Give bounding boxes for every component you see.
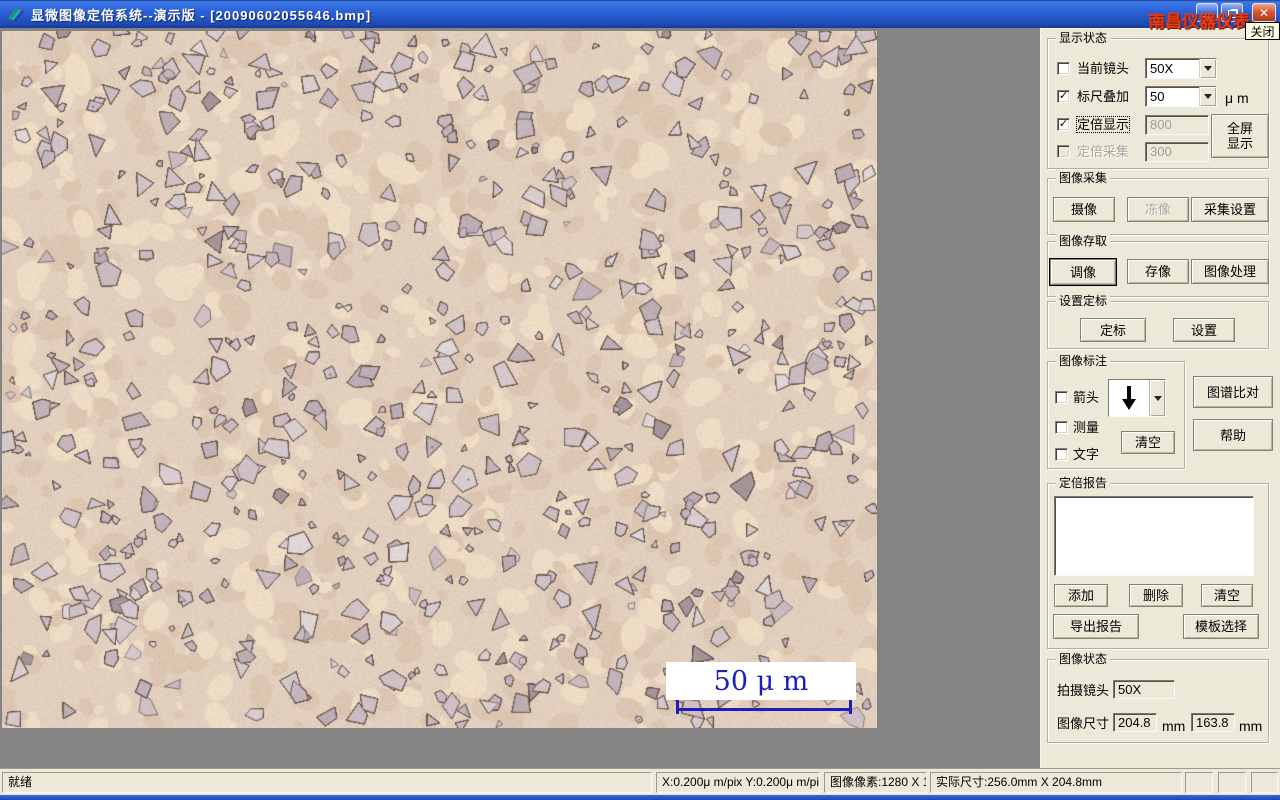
scalebar-tick-left: [676, 700, 679, 714]
restore-icon: [1227, 9, 1237, 18]
status-image-pixels: 图像像素:1280 X 1024: [824, 772, 927, 793]
window-bottom-border: [0, 795, 1280, 800]
help-button[interactable]: 帮助: [1193, 419, 1273, 451]
status-empty-cell: [1185, 772, 1213, 793]
fixed-capture-field: 300: [1145, 142, 1209, 162]
close-icon: ✕: [1258, 5, 1270, 20]
ruler-overlay-checkbox[interactable]: ✓: [1057, 90, 1070, 103]
title-bar: 显微图像定倍系统--演示版 - [20090602055646.bmp] ✕ 南…: [0, 0, 1280, 31]
group-capture-title: 图像采集: [1056, 171, 1111, 185]
group-display-status-title: 显示状态: [1056, 31, 1111, 45]
control-sidebar: 显示状态 当前镜头 50X ✓ 标尺叠加 50 μ m ✓ 定倍显示 800 定…: [1040, 28, 1280, 768]
minimize-icon: [1203, 15, 1211, 19]
current-lens-select[interactable]: 50X: [1145, 58, 1217, 79]
freeze-button: 冻像: [1127, 197, 1189, 222]
report-add-button[interactable]: 添加: [1054, 584, 1108, 607]
fixed-display-label: 定倍显示: [1075, 116, 1131, 133]
check-icon: ✓: [1058, 117, 1069, 130]
scalebar-label: 50 μ m: [713, 665, 809, 697]
arrow-down-icon: [1109, 380, 1149, 416]
arrow-label: 箭头: [1073, 390, 1100, 405]
atlas-compare-button[interactable]: 图谱比对: [1193, 376, 1273, 408]
chevron-down-icon[interactable]: [1199, 87, 1216, 106]
image-width-field: 204.8: [1113, 713, 1157, 732]
status-bar: 就绪 X:0.200μ m/pix Y:0.200μ m/pix 图像像素:12…: [0, 768, 1280, 795]
status-actual-size: 实际尺寸:256.0mm X 204.8mm: [930, 772, 1182, 793]
current-lens-value: 50X: [1150, 61, 1174, 76]
group-storage-title: 图像存取: [1056, 234, 1111, 248]
fixed-display-field: 800: [1145, 115, 1209, 135]
scalebar-label-box: 50 μ m: [666, 662, 856, 700]
minimize-button[interactable]: [1196, 3, 1218, 22]
app-window: 显微图像定倍系统--演示版 - [20090602055646.bmp] ✕ 南…: [0, 0, 1280, 800]
restore-button[interactable]: [1221, 3, 1243, 22]
image-width-unit: mm: [1162, 718, 1186, 734]
report-delete-button[interactable]: 删除: [1129, 584, 1183, 607]
ruler-length-select[interactable]: 50: [1145, 86, 1217, 107]
current-lens-label: 当前镜头: [1077, 61, 1130, 76]
group-report-title: 定倍报告: [1056, 476, 1111, 490]
text-checkbox[interactable]: [1055, 448, 1068, 461]
fixed-capture-checkbox: [1057, 145, 1070, 158]
close-tooltip: 关闭: [1245, 22, 1280, 40]
status-ready: 就绪: [2, 772, 652, 793]
ruler-length-value: 50: [1150, 89, 1165, 104]
image-process-button[interactable]: 图像处理: [1191, 259, 1269, 284]
shoot-button[interactable]: 摄像: [1053, 197, 1115, 222]
ruler-unit-label: μ m: [1225, 90, 1249, 106]
image-size-label: 图像尺寸: [1057, 716, 1110, 731]
scalebar-line: [676, 708, 852, 711]
image-height-field: 163.8: [1191, 713, 1235, 732]
report-clear-button[interactable]: 清空: [1201, 584, 1253, 607]
arrow-style-select[interactable]: [1108, 379, 1166, 417]
calibrate-button[interactable]: 定标: [1080, 318, 1146, 342]
app-icon: [8, 7, 24, 22]
status-empty-cell: [1251, 772, 1278, 793]
check-icon: ✓: [1058, 89, 1069, 102]
group-image-status-title: 图像状态: [1056, 652, 1111, 666]
report-export-button[interactable]: 导出报告: [1053, 614, 1139, 639]
arrow-checkbox[interactable]: [1055, 391, 1068, 404]
window-title: 显微图像定倍系统--演示版 - [20090602055646.bmp]: [31, 7, 372, 23]
capture-lens-field: 50X: [1113, 680, 1175, 699]
close-button[interactable]: ✕: [1252, 3, 1276, 22]
measure-label: 测量: [1073, 420, 1100, 435]
status-empty-cell: [1218, 772, 1246, 793]
load-image-button[interactable]: 调像: [1049, 258, 1117, 286]
chevron-down-icon[interactable]: [1199, 59, 1216, 78]
text-label: 文字: [1073, 447, 1100, 462]
report-listbox[interactable]: [1054, 496, 1254, 576]
micrograph-image: [2, 31, 877, 728]
ruler-overlay-label: 标尺叠加: [1077, 89, 1130, 104]
measure-checkbox[interactable]: [1055, 421, 1068, 434]
report-template-button[interactable]: 模板选择: [1183, 614, 1259, 639]
client-area: 50 μ m 显示状态 当前镜头 50X ✓ 标尺叠加 50 μ m ✓ 定倍显…: [0, 28, 1280, 768]
image-height-unit: mm: [1239, 718, 1263, 734]
save-image-button[interactable]: 存像: [1127, 259, 1189, 284]
fixed-capture-label: 定倍采集: [1077, 144, 1130, 159]
group-calibration-title: 设置定标: [1056, 294, 1111, 308]
status-pixel-scale: X:0.200μ m/pix Y:0.200μ m/pix: [656, 772, 820, 793]
annotation-clear-button[interactable]: 清空: [1121, 431, 1175, 454]
capture-settings-button[interactable]: 采集设置: [1191, 197, 1269, 222]
current-lens-checkbox[interactable]: [1057, 62, 1070, 75]
scalebar-tick-right: [849, 700, 852, 714]
capture-lens-label: 拍摄镜头: [1057, 683, 1110, 698]
chevron-down-icon[interactable]: [1149, 380, 1165, 416]
fullscreen-button[interactable]: 全屏显示: [1211, 114, 1269, 158]
fixed-display-checkbox[interactable]: ✓: [1057, 118, 1070, 131]
calibration-settings-button[interactable]: 设置: [1173, 318, 1235, 342]
group-annotation-title: 图像标注: [1056, 354, 1111, 368]
